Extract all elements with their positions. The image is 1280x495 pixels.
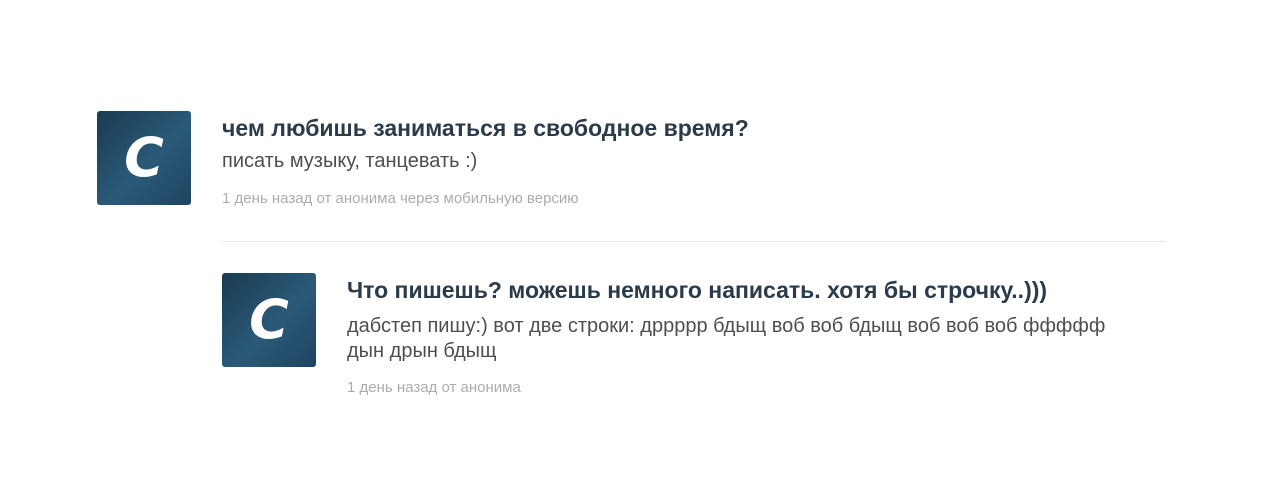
question-title: чем любишь заниматься в свободное время? bbox=[222, 115, 749, 141]
answer-meta: 1 день назад от анонима через мобильную … bbox=[222, 190, 579, 207]
divider bbox=[222, 241, 1166, 242]
avatar-letter: C bbox=[249, 288, 289, 351]
answer-text: дабстеп пишу:) вот две строки: дррррр бд… bbox=[347, 315, 1106, 362]
avatar[interactable]: C bbox=[222, 273, 316, 367]
avatar-letter: C bbox=[124, 126, 164, 189]
answer-text: писать музыку, танцевать :) bbox=[222, 150, 478, 172]
avatar[interactable]: C bbox=[97, 111, 191, 205]
question-title: Что пишешь? можешь немного написать. хот… bbox=[347, 277, 1048, 303]
answer-meta: 1 день назад от анонима bbox=[347, 379, 521, 396]
